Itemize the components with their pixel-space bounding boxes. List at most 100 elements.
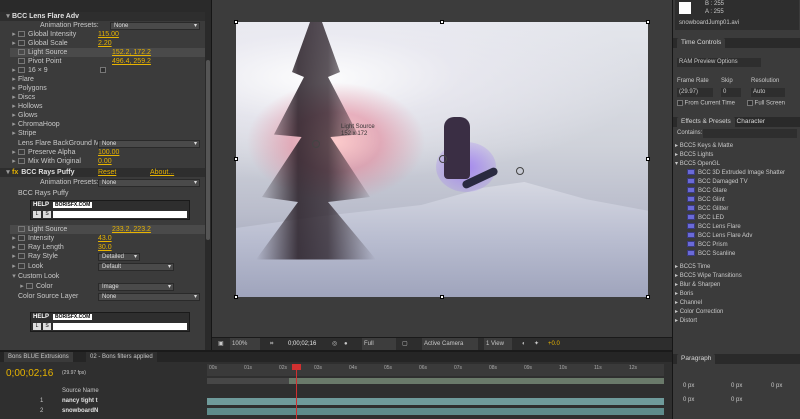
group-polygons[interactable]: ▸ Polygons [10, 84, 47, 93]
l-button[interactable]: L [33, 323, 41, 330]
help-label[interactable]: HELP [33, 202, 49, 208]
layer-name[interactable]: nancy tight t [62, 397, 98, 406]
category-lights[interactable]: ▸ BCC5 Lights [675, 151, 713, 160]
help-label[interactable]: HELP [33, 314, 49, 320]
s-button[interactable]: S [43, 323, 51, 330]
preset-field[interactable] [53, 323, 187, 330]
borisfx-link[interactable]: BORISFX.COM [53, 202, 93, 208]
lens-flare-bg-map-dropdown[interactable]: None [98, 140, 200, 148]
about-link[interactable]: About... [150, 168, 174, 177]
effect-item[interactable]: BCC 3D Extruded Image Shatter [687, 169, 785, 178]
category-keys-matte[interactable]: ▸ BCC5 Keys & Matte [675, 142, 733, 151]
frame-handle[interactable] [234, 20, 238, 24]
indent-field[interactable]: 0 px [731, 383, 742, 389]
frame-handle[interactable] [440, 295, 444, 299]
borisfx-link[interactable]: BORISFX.COM [53, 314, 93, 320]
light-source-crosshair-icon[interactable] [312, 140, 320, 148]
viewer-timecode[interactable]: 0;00;02;16 [288, 338, 316, 350]
aspect-checkbox[interactable] [100, 67, 106, 73]
work-area-range[interactable] [289, 378, 664, 384]
resolution-dropdown[interactable]: Auto [751, 88, 785, 97]
snapshot-icon[interactable]: ◎ [332, 338, 337, 350]
layer-bar[interactable] [207, 398, 664, 405]
rays-light-source-row[interactable]: Light Source [10, 225, 206, 234]
stopwatch-icon[interactable] [18, 40, 25, 47]
character-tab[interactable]: Character [737, 118, 766, 125]
rays-source-crosshair-icon[interactable] [516, 167, 524, 175]
borisfx-banner-2[interactable]: HELP BORISFX.COM L S [30, 312, 190, 332]
frame-handle[interactable] [646, 20, 650, 24]
time-ruler[interactable]: 00s 01s 02s 03s 04s 05s 06s 07s 08s 09s 10s 11s 12s [207, 364, 664, 376]
indent-field[interactable]: 0 px [771, 383, 782, 389]
layer-bar[interactable] [207, 408, 664, 415]
current-time-indicator[interactable] [296, 364, 297, 419]
s-button[interactable]: S [43, 211, 51, 218]
layer-name[interactable]: snowboardN [62, 407, 98, 416]
stopwatch-icon[interactable] [18, 158, 25, 165]
safe-zones-icon[interactable]: ⌗ [270, 338, 273, 350]
category-item[interactable]: ▸ BCC5 Time [675, 263, 710, 272]
skip-dropdown[interactable]: 0 [721, 88, 741, 97]
effect-item[interactable]: BCC Glint [687, 196, 725, 205]
contains-search-input[interactable] [703, 129, 797, 138]
light-source-row[interactable]: Light Source [10, 48, 206, 57]
borisfx-banner[interactable]: HELP BORISFX.COM L S [30, 200, 190, 220]
preset-field[interactable] [53, 211, 187, 218]
frame-handle[interactable] [646, 295, 650, 299]
time-controls-title[interactable]: Time Controls [673, 38, 800, 48]
global-scale-value[interactable]: 2.20 [98, 39, 112, 48]
stopwatch-icon[interactable] [18, 244, 25, 251]
reset-link[interactable]: Reset [98, 168, 116, 177]
composition-frame[interactable]: Light Source 152 x 172 [236, 22, 648, 297]
category-item[interactable]: ▸ BCC5 Wipe Transitions [675, 272, 742, 281]
scroll-thumb[interactable] [206, 60, 210, 240]
channel-icon[interactable]: ● [344, 338, 348, 350]
group-chromahoop[interactable]: ▸ ChromaHoop [10, 120, 59, 129]
group-hollows[interactable]: ▸ Hollows [10, 102, 42, 111]
stopwatch-icon[interactable] [18, 58, 25, 65]
stopwatch-icon[interactable] [26, 283, 33, 290]
light-source-value[interactable]: 152.2, 172.2 [112, 48, 151, 57]
effect-item[interactable]: BCC Scanline [687, 250, 735, 259]
stopwatch-icon[interactable] [18, 67, 25, 74]
color-dropdown[interactable]: Image [98, 283, 174, 291]
from-current-checkbox[interactable]: From Current Time [677, 100, 735, 107]
indent-field[interactable]: 0 px [683, 383, 694, 389]
ram-preview-dropdown[interactable]: RAM Preview Options [677, 58, 761, 67]
effect-item[interactable]: BCC LED [687, 214, 724, 223]
space-field[interactable]: 0 px [731, 397, 742, 403]
frame-handle[interactable] [440, 20, 444, 24]
stopwatch-icon[interactable] [18, 235, 25, 242]
look-dropdown[interactable]: Default [98, 263, 174, 271]
effects-presets-title[interactable]: Effects & Presets Character [673, 117, 800, 127]
custom-look-group[interactable]: ▾ Custom Look [10, 272, 59, 281]
category-item[interactable]: ▸ Distort [675, 317, 697, 326]
preserve-alpha-value[interactable]: 100.00 [98, 148, 119, 157]
effect-item[interactable]: BCC Prism [687, 241, 728, 250]
category-item[interactable]: ▸ Channel [675, 299, 702, 308]
tab-bons-blue-extrusions[interactable]: Bons BLUE Extrusions [4, 352, 73, 362]
stopwatch-icon[interactable] [18, 31, 25, 38]
category-opengl[interactable]: ▾ BCC5 OpenGL [675, 160, 720, 169]
effect-item[interactable]: BCC Glitter [687, 205, 728, 214]
effect-item[interactable]: BCC Glare [687, 187, 727, 196]
category-item[interactable]: ▸ Boris [675, 290, 693, 299]
full-screen-checkbox[interactable]: Full Screen [747, 100, 785, 107]
tab-bons-filters-applied[interactable]: 02 - Bons filters applied [86, 352, 157, 362]
camera-dropdown[interactable]: Active Camera [422, 338, 478, 350]
effect-item[interactable]: BCC Damaged TV [687, 178, 748, 187]
group-glows[interactable]: ▸ Glows [10, 111, 37, 120]
group-flare[interactable]: ▸ Flare [10, 75, 34, 84]
intensity-value[interactable]: 43.0 [98, 234, 112, 243]
frame-handle[interactable] [646, 157, 650, 161]
animation-presets-dropdown[interactable]: None [110, 22, 200, 30]
effect-item[interactable]: BCC Lens Flare [687, 223, 741, 232]
stopwatch-icon[interactable] [18, 149, 25, 156]
stopwatch-icon[interactable] [18, 263, 25, 270]
stopwatch-icon[interactable] [18, 253, 25, 260]
rays-light-source-value[interactable]: 233.2, 223.2 [112, 225, 151, 234]
current-time-head[interactable] [292, 364, 301, 370]
category-item[interactable]: ▸ Color Correction [675, 308, 723, 317]
stopwatch-icon[interactable] [18, 226, 25, 233]
mix-with-original-value[interactable]: 0.00 [98, 157, 112, 166]
